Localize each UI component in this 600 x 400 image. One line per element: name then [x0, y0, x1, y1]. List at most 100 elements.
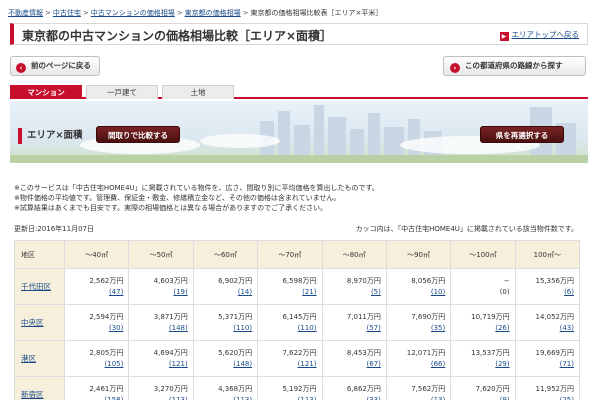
listing-count-link[interactable]: (33) — [323, 395, 381, 400]
average-price: 7,011万円 — [346, 312, 381, 321]
listing-count-link: (0) — [499, 287, 510, 296]
average-price: 8,970万円 — [346, 276, 381, 285]
listing-count-link[interactable]: (14) — [194, 287, 252, 298]
table-row: 港区 2,805万円 (105) 4,694万円 (121) 5,620万円 (148) 7,… — [14, 340, 580, 377]
price-cell: 2,805万円 (105) — [63, 340, 130, 377]
average-price: 7,562万円 — [411, 384, 446, 393]
listing-count-link[interactable]: (148) — [129, 323, 188, 334]
price-cell: 8,453万円 (67) — [321, 340, 387, 377]
price-cell: 4,368万円 (113) — [192, 376, 259, 400]
average-price: 13,537万円 — [471, 348, 510, 357]
price-cell: 10,719万円 (26) — [450, 304, 516, 341]
listing-count-link[interactable]: (47) — [65, 287, 123, 298]
page-title: 東京都の中古マンションの価格相場比較［エリア×面積］ — [22, 29, 333, 43]
price-cell: 2,562万円 (47) — [63, 268, 130, 305]
average-price: 5,620万円 — [218, 348, 253, 357]
listing-count-link[interactable]: (110) — [194, 323, 252, 334]
area-link[interactable]: 千代田区 — [21, 282, 51, 291]
listing-count-link[interactable]: (19) — [129, 287, 187, 298]
average-price: 6,598万円 — [282, 276, 317, 285]
breadcrumb-link-mansion-prices[interactable]: 中古マンションの価格相場 — [91, 9, 175, 17]
average-price: 10,719万円 — [471, 312, 510, 321]
price-cell: 2,594万円 (30) — [63, 304, 130, 341]
average-price: 4,603万円 — [153, 276, 188, 285]
average-price: 3,270万円 — [153, 384, 188, 393]
price-cell: 6,145万円 (110) — [257, 304, 323, 341]
price-cell: 15,356万円 (6) — [514, 268, 580, 305]
price-cell: 13,537万円 (29) — [450, 340, 516, 377]
listing-count-link[interactable]: (43) — [516, 323, 574, 334]
listing-count-link[interactable]: (113) — [194, 395, 252, 400]
compare-by-layout-button[interactable]: 間取りで比較する — [96, 126, 180, 143]
reselect-prefecture-button[interactable]: 県を再選択する — [480, 126, 564, 143]
route-search-button[interactable]: › この都道府県の路線から探す — [443, 56, 586, 76]
listing-count-link[interactable]: (67) — [323, 359, 381, 370]
average-price: 7,690万円 — [411, 312, 446, 321]
breadcrumb-separator: > — [45, 9, 51, 17]
listing-count-link[interactable]: (57) — [323, 323, 381, 334]
average-price: 5,192万円 — [282, 384, 317, 393]
listing-count-link[interactable]: (13) — [387, 395, 445, 400]
area-link[interactable]: 新宿区 — [21, 390, 44, 399]
price-cell: 19,669万円 (71) — [514, 340, 580, 377]
breadcrumb-link-tokyo-prices[interactable]: 東京都の価格相場 — [185, 9, 241, 17]
area-cell: 港区 — [14, 340, 65, 377]
listing-count-link[interactable]: (113) — [258, 395, 317, 400]
listing-count-link[interactable]: (26) — [451, 323, 509, 334]
listing-count-link[interactable]: (71) — [516, 359, 574, 370]
listing-count-link[interactable]: (29) — [451, 359, 509, 370]
column-header: 〜60㎡ — [192, 240, 259, 269]
note-line: ※試算結果はあくまでも目安です。実際の相場価格とは異なる場合がありますのでご了承… — [14, 204, 328, 212]
listing-count-link[interactable]: (35) — [387, 323, 445, 334]
listing-count-link[interactable]: (105) — [65, 359, 124, 370]
listing-count-link[interactable]: (6) — [516, 287, 574, 298]
area-cell: 新宿区 — [14, 376, 65, 400]
tab-mansion[interactable]: マンション — [10, 85, 82, 99]
average-price: 2,562万円 — [89, 276, 124, 285]
area-top-link[interactable]: ▶ エリアトップへ戻る — [499, 29, 580, 41]
average-price: 4,694万円 — [153, 348, 188, 357]
listing-count-link[interactable]: (148) — [194, 359, 252, 370]
listing-count-link[interactable]: (5) — [323, 287, 381, 298]
price-cell: 14,052万円 (43) — [514, 304, 580, 341]
average-price: 6,902万円 — [218, 276, 253, 285]
average-price: 7,622万円 — [282, 348, 317, 357]
back-button[interactable]: ‹ 前のページに戻る — [10, 56, 100, 76]
listing-count-link[interactable]: (9) — [451, 395, 510, 400]
price-cell: 7,690万円 (35) — [385, 304, 452, 341]
update-date: 更新日:2016年11月07日 — [14, 225, 94, 233]
area-link[interactable]: 中央区 — [21, 318, 44, 327]
average-price: 12,071万円 — [406, 348, 446, 357]
table-row: 千代田区 2,562万円 (47) 4,603万円 (19) 6,902万円 (14) 6,5… — [14, 268, 580, 305]
price-cell: 8,056万円 (10) — [385, 268, 452, 305]
price-cell: 8,970万円 (5) — [321, 268, 387, 305]
listing-count-link[interactable]: (158) — [65, 395, 124, 400]
listing-count-link[interactable]: (21) — [258, 287, 316, 298]
listing-count-link[interactable]: (113) — [129, 395, 188, 400]
breadcrumb-link-real-estate[interactable]: 不動産情報 — [8, 9, 43, 17]
listing-count-link[interactable]: (66) — [387, 359, 445, 370]
breadcrumb: 不動産情報 > 中古住宅 > 中古マンションの価格相場 > 東京都の価格相場 > 東京都の価格相… — [8, 8, 598, 18]
average-price: 8,453万円 — [346, 348, 381, 357]
area-top-link-label: エリアトップへ戻る — [511, 30, 580, 39]
property-type-tabs: マンション 一戸建て 土地 — [10, 85, 588, 99]
average-price: 6,862万円 — [346, 384, 381, 393]
listing-count-link[interactable]: (110) — [258, 323, 317, 334]
average-price: 6,145万円 — [282, 312, 317, 321]
note-line: ※物件価格の平均値です。管理費、保証金・敷金、修繕積立金など、その他の価格は含ま… — [14, 194, 341, 202]
listing-count-link[interactable]: (121) — [258, 359, 317, 370]
listing-count-link[interactable]: (25) — [516, 395, 574, 400]
average-price: 19,669万円 — [535, 348, 575, 357]
breadcrumb-separator: > — [176, 9, 183, 17]
listing-count-link[interactable]: (121) — [129, 359, 188, 370]
price-cell: 7,620万円 (9) — [450, 376, 516, 400]
average-price: 2,594万円 — [89, 312, 124, 321]
listing-count-link[interactable]: (10) — [387, 287, 445, 298]
breadcrumb-link-used-housing[interactable]: 中古住宅 — [53, 9, 81, 17]
tab-detached-house[interactable]: 一戸建て — [86, 85, 158, 99]
area-link[interactable]: 港区 — [21, 354, 36, 363]
tab-land[interactable]: 土地 — [162, 85, 234, 99]
listing-count-link[interactable]: (30) — [65, 323, 123, 334]
area-cell: 中央区 — [14, 304, 65, 341]
price-cell: 7,562万円 (13) — [385, 376, 452, 400]
